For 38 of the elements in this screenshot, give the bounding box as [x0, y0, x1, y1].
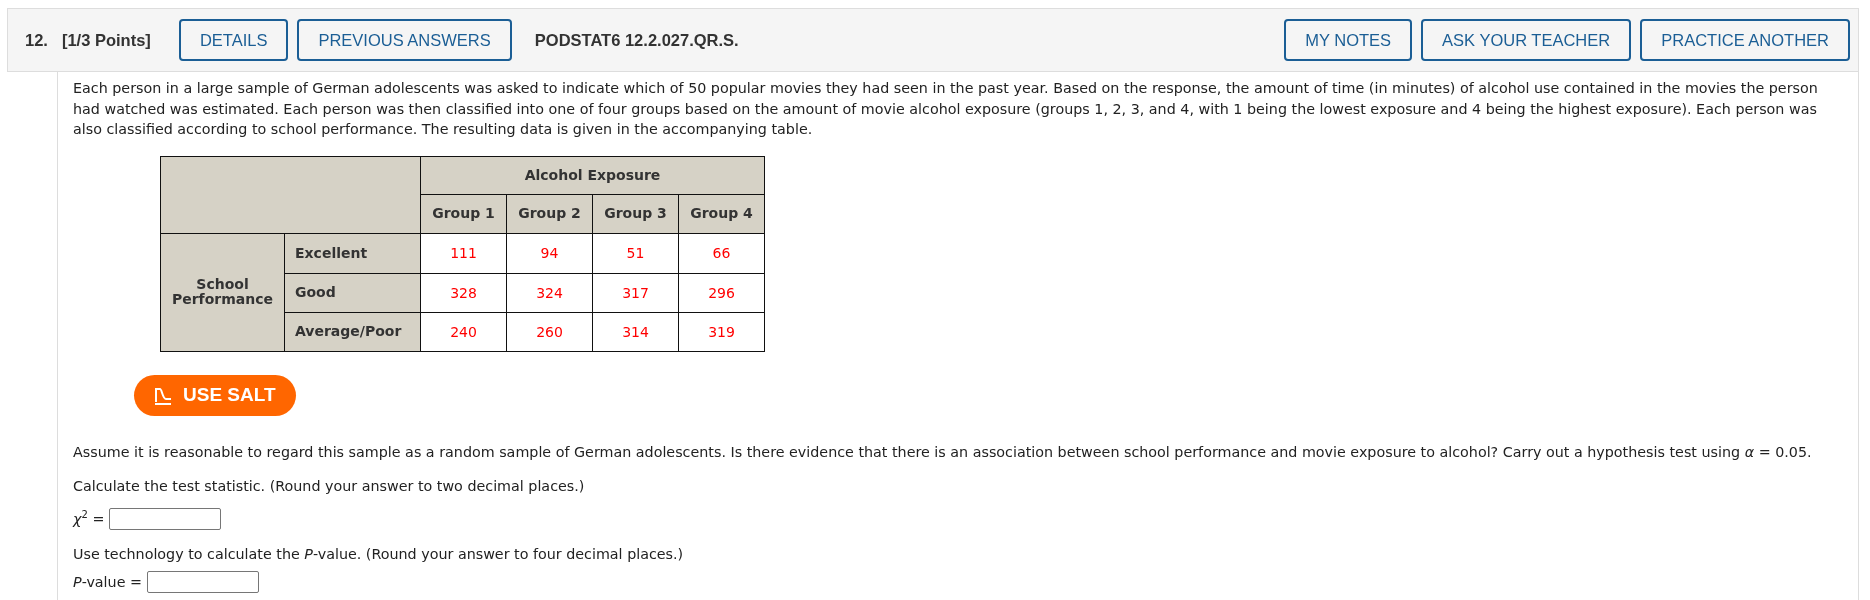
column-header: Group 4	[678, 194, 765, 233]
header-button[interactable]: ASK YOUR TEACHER	[1421, 19, 1632, 61]
row-header: Excellent	[284, 233, 421, 273]
answer-box[interactable]	[109, 507, 222, 530]
instructions-paragraph: Assume it is reasonable to regard this sample as a random sample of German adolescents. Is there evidence that there is an association between school performance and movie exposure to alcohol? Carry out a hypothesis test using α = 0.05.	[73, 442, 1813, 462]
answer-box[interactable]	[147, 571, 259, 593]
header-button[interactable]: DETAILS	[178, 19, 289, 61]
question-prompt: Use technology to calculate the P-value. (Round your answer to four decimal places.)	[73, 544, 685, 564]
table-cell: 317	[592, 273, 679, 312]
table-cell: 319	[678, 312, 765, 351]
table-cell: 324	[506, 273, 593, 312]
column-header: Group 2	[506, 194, 593, 233]
header-button[interactable]: PREVIOUS ANSWERS	[297, 19, 512, 61]
row-group-header: School Performance	[160, 233, 285, 351]
table-cell: 314	[592, 312, 679, 351]
table-cell: 240	[420, 312, 507, 351]
table-cell: 94	[506, 233, 593, 273]
table-cell: 66	[678, 233, 765, 273]
question-number: 12.	[25, 30, 48, 50]
header-button[interactable]: PRACTICE ANOTHER	[1640, 19, 1850, 61]
table-cell: 51	[592, 233, 679, 273]
question-code: PODSTAT6 12.2.027.QR.S.	[534, 30, 739, 50]
answer-label: P-value =	[73, 574, 142, 590]
column-header: Group 1	[420, 194, 507, 233]
table-cell: 328	[420, 273, 507, 312]
header-button[interactable]: MY NOTES	[1284, 19, 1413, 61]
points-label: [1/3 Points]	[61, 30, 151, 50]
answer-label: χ$^{2}$ =	[73, 510, 105, 527]
question-prompt: Calculate the test statistic. (Round your answer to two decimal places.)	[73, 477, 586, 496]
table-cell: 111	[420, 233, 507, 273]
column-group-header: Alcohol Exposure	[420, 156, 765, 194]
row-header: Average/Poor	[284, 312, 421, 351]
table-cell: 296	[678, 273, 765, 312]
row-header: Good	[284, 273, 421, 312]
intro-paragraph: Each person in a large sample of German adolescents was asked to indicate which of 50 popular movies they had seen in the past year. Based on the response, the amount of time (in minutes) of alcohol use contained in the movies the person had watched was estimated. Each person was then classified into one of four groups based on the amount of movie alcohol exposure (groups 1, 2, 3, and 4, with 1 being the lowest exposure and 4 being the highest exposure). Each person was also classified according to school performance. The resulting data is given in the accompanying table.	[73, 79, 1819, 139]
curve-chart-icon	[154, 385, 172, 405]
table-cell: 260	[506, 312, 593, 351]
column-header: Group 3	[592, 194, 679, 233]
